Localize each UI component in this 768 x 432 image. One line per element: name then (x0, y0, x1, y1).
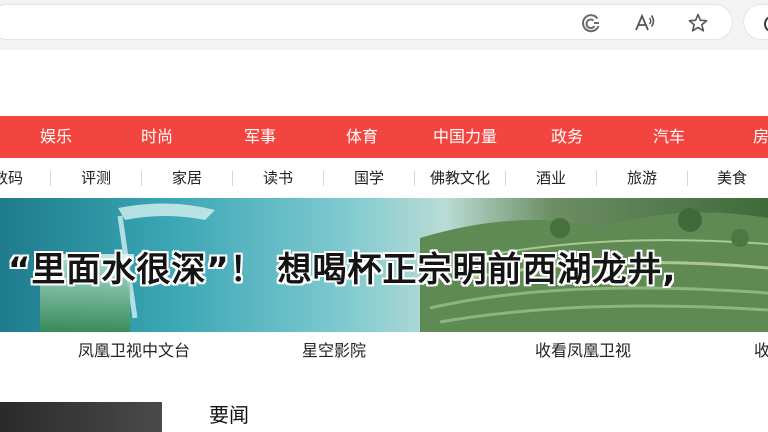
nav-item-china-power[interactable]: 中国力量 (433, 116, 497, 158)
banner-headline: “里面水很深”！ 想喝杯正宗明前西湖龙井, (8, 250, 677, 290)
nav-item-government[interactable]: 政务 (551, 116, 583, 158)
channel-link-star-cinema[interactable]: 星空影院 (302, 332, 366, 372)
sub-nav-item-review[interactable]: 评测 (81, 158, 111, 198)
sub-nav-item-reading[interactable]: 读书 (263, 158, 293, 198)
main-nav: 娱乐 时尚 军事 体育 中国力量 政务 汽车 房 (0, 116, 768, 158)
nav-item-auto[interactable]: 汽车 (653, 116, 685, 158)
sub-nav-item-guoxue[interactable]: 国学 (354, 158, 384, 198)
collections-icon[interactable] (577, 9, 605, 37)
channel-link-more[interactable]: 收 (754, 332, 768, 372)
sub-nav-item-buddhism[interactable]: 佛教文化 (430, 158, 490, 198)
favorite-star-icon[interactable] (684, 9, 712, 37)
read-aloud-icon[interactable] (631, 9, 659, 37)
sub-nav-item-liquor[interactable]: 酒业 (536, 158, 566, 198)
sub-nav-divider (232, 171, 233, 186)
promo-banner[interactable]: “里面水很深”！ 想喝杯正宗明前西湖龙井, (0, 198, 768, 332)
sub-nav: 数码 评测 家居 读书 国学 佛教文化 酒业 旅游 美食 (0, 158, 768, 198)
sub-nav-item-food[interactable]: 美食 (717, 158, 747, 198)
nav-item-military[interactable]: 军事 (244, 116, 276, 158)
sub-nav-item-travel[interactable]: 旅游 (627, 158, 657, 198)
nav-item-fashion[interactable]: 时尚 (141, 116, 173, 158)
sub-nav-item-digital[interactable]: 数码 (0, 158, 23, 198)
section-title-top-news: 要闻 (209, 403, 249, 427)
address-bar[interactable] (0, 5, 732, 39)
news-thumbnail[interactable] (0, 402, 162, 432)
sub-nav-divider (687, 171, 688, 186)
browser-toolbar (0, 0, 768, 50)
sub-nav-item-home[interactable]: 家居 (172, 158, 202, 198)
nav-item-entertainment[interactable]: 娱乐 (40, 116, 72, 158)
sub-nav-divider (596, 171, 597, 186)
sub-nav-divider (323, 171, 324, 186)
channel-link-watch-live[interactable]: 收看凤凰卫视 (535, 332, 631, 372)
sub-nav-divider (50, 171, 51, 186)
profile-icon[interactable] (744, 5, 768, 39)
channel-link-chinese[interactable]: 凤凰卫视中文台 (78, 332, 190, 372)
nav-item-house[interactable]: 房 (753, 116, 768, 158)
sub-nav-divider (505, 171, 506, 186)
channel-links: 凤凰卫视中文台 星空影院 收看凤凰卫视 收 (0, 332, 768, 372)
nav-item-sports[interactable]: 体育 (346, 116, 378, 158)
sub-nav-divider (414, 171, 415, 186)
sub-nav-divider (141, 171, 142, 186)
